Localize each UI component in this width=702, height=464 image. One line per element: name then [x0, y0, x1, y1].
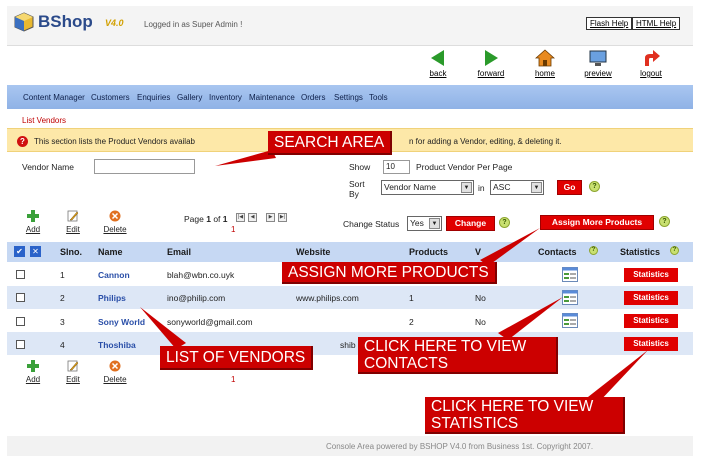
stats-pointer	[588, 350, 648, 403]
annotation-contacts-line2: CONTACTS	[364, 355, 449, 372]
annotation-assign-more-products: ASSIGN MORE PRODUCTS	[282, 262, 497, 284]
annotation-list-of-vendors: LIST OF VENDORS	[160, 346, 314, 370]
annotation-statistics-line2: STATISTICS	[431, 415, 519, 432]
annotation-contacts-line1: CLICK HERE TO VIEW	[364, 338, 527, 355]
annotation-contacts: CLICK HERE TO VIEW CONTACTS	[358, 337, 558, 374]
search-area-pointer	[215, 150, 276, 166]
annotation-statistics-line1: CLICK HERE TO VIEW	[431, 398, 594, 415]
list-vendors-pointer	[140, 307, 186, 349]
contacts-pointer	[498, 297, 563, 340]
annotation-pointers	[140, 150, 648, 403]
assign-pointer	[480, 228, 540, 266]
annotation-statistics: CLICK HERE TO VIEW STATISTICS	[425, 397, 625, 434]
annotation-search-area: SEARCH AREA	[268, 131, 393, 155]
